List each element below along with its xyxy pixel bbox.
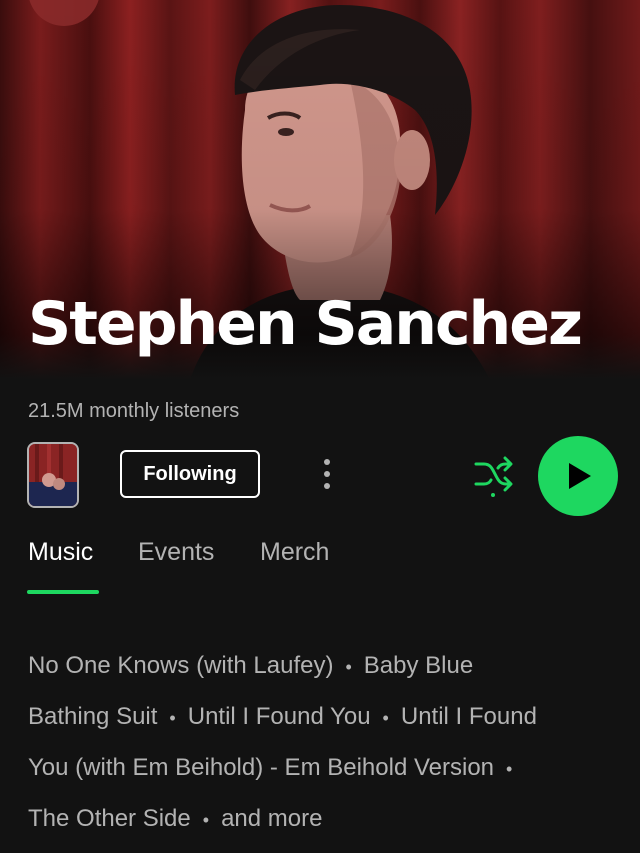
song-item[interactable]: Until I Found <box>401 703 537 730</box>
play-button[interactable] <box>538 436 618 516</box>
artist-tabs: Music Events Merch <box>0 530 640 600</box>
separator-dot: • <box>345 657 352 677</box>
play-icon <box>569 463 591 489</box>
songs-line: No One Knows (with Laufey) • Baby Blue <box>28 640 618 691</box>
songs-line: Bathing Suit • Until I Found You • Until I F… <box>28 691 618 742</box>
song-item[interactable]: Bathing Suit <box>28 703 157 730</box>
more-vertical-icon <box>324 459 330 489</box>
song-item[interactable]: You (with Em Beihold) - Em Beihold Versi… <box>28 754 494 781</box>
shuffle-icon <box>474 456 513 497</box>
active-tab-indicator <box>27 590 99 594</box>
artist-thumbnail-art <box>29 444 77 506</box>
shuffle-button[interactable] <box>468 452 518 498</box>
separator-dot: • <box>169 708 176 728</box>
song-item[interactable]: Until I Found You <box>188 703 371 730</box>
more-options-button[interactable] <box>312 454 342 494</box>
separator-dot: • <box>202 810 210 830</box>
songs-line: You (with Em Beihold) - Em Beihold Versi… <box>28 742 618 793</box>
artist-name: Stephen Sanchez <box>28 289 583 359</box>
monthly-listeners: 21.5M monthly listeners <box>28 400 240 422</box>
artist-thumbnail[interactable] <box>27 442 79 508</box>
popular-songs-list: No One Knows (with Laufey) • Baby Blue Bat… <box>28 640 618 844</box>
tab-music[interactable]: Music <box>28 538 93 567</box>
tab-merch[interactable]: Merch <box>260 538 329 567</box>
artist-actions: Following <box>0 436 640 516</box>
separator-dot: • <box>382 708 389 728</box>
separator-dot: • <box>506 759 513 779</box>
artist-hero-image: Stephen Sanchez <box>0 0 640 380</box>
song-item[interactable]: Baby Blue <box>364 652 473 679</box>
songs-line: The Other Side • and more <box>28 793 618 844</box>
artist-page: Stephen Sanchez 21.5M monthly listeners … <box>0 0 640 853</box>
following-button[interactable]: Following <box>120 450 260 498</box>
song-item[interactable]: The Other Side <box>28 805 191 832</box>
more-songs-link[interactable]: and more <box>221 805 322 832</box>
tab-events[interactable]: Events <box>138 538 214 567</box>
song-item[interactable]: No One Knows (with Laufey) <box>28 652 333 679</box>
